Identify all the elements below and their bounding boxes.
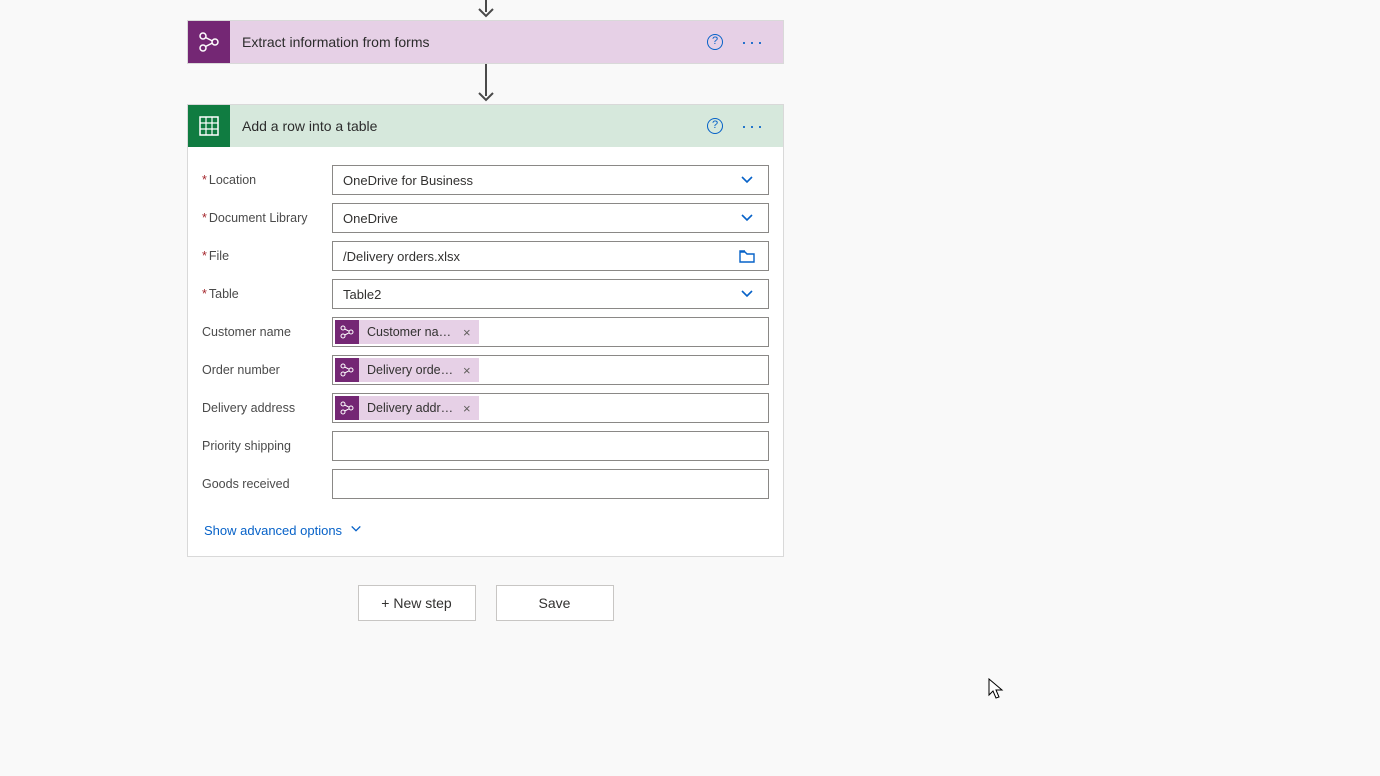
help-icon[interactable]: ?: [707, 118, 723, 134]
input-customer-name[interactable]: Customer nam… ×: [332, 317, 769, 347]
token-remove-icon[interactable]: ×: [455, 325, 479, 340]
chevron-down-icon: [350, 523, 362, 538]
cursor-icon: [988, 678, 1004, 703]
dropdown-location[interactable]: OneDrive for Business: [332, 165, 769, 195]
step-extract-forms-title: Extract information from forms: [230, 34, 707, 50]
token-customer-name[interactable]: Customer nam… ×: [335, 320, 479, 344]
step-extract-forms-header[interactable]: Extract information from forms ? ···: [188, 21, 783, 63]
more-menu-icon[interactable]: ···: [741, 121, 765, 131]
label-priority-shipping: Priority shipping: [202, 439, 332, 453]
connector-arrow-1: [187, 64, 784, 104]
folder-icon[interactable]: [736, 249, 758, 263]
excel-icon: [188, 105, 230, 147]
step-add-row-header[interactable]: Add a row into a table ? ···: [188, 105, 783, 147]
show-advanced-options-link[interactable]: Show advanced options: [204, 523, 362, 538]
label-location: *Location: [202, 173, 332, 187]
step-add-row-title: Add a row into a table: [230, 118, 707, 134]
chevron-down-icon: [736, 211, 758, 225]
label-document-library: *Document Library: [202, 211, 332, 225]
ai-forms-icon: [335, 358, 359, 382]
token-remove-icon[interactable]: ×: [455, 363, 479, 378]
token-order-number[interactable]: Delivery order … ×: [335, 358, 479, 382]
step-add-row-body: *Location OneDrive for Business *Documen…: [188, 147, 783, 556]
token-label: Delivery order …: [367, 363, 455, 377]
token-delivery-address[interactable]: Delivery addre… ×: [335, 396, 479, 420]
label-customer-name: Customer name: [202, 325, 332, 339]
new-step-button[interactable]: + New step: [358, 585, 476, 621]
input-delivery-address[interactable]: Delivery addre… ×: [332, 393, 769, 423]
dropdown-document-library[interactable]: OneDrive: [332, 203, 769, 233]
chevron-down-icon: [736, 173, 758, 187]
input-goods-received[interactable]: [332, 469, 769, 499]
ai-forms-icon: [335, 396, 359, 420]
save-button[interactable]: Save: [496, 585, 614, 621]
step-extract-forms[interactable]: Extract information from forms ? ···: [187, 20, 784, 64]
action-buttons: + New step Save: [187, 585, 784, 621]
label-order-number: Order number: [202, 363, 332, 377]
filepicker-file[interactable]: /Delivery orders.xlsx: [332, 241, 769, 271]
input-order-number[interactable]: Delivery order … ×: [332, 355, 769, 385]
step-add-row: Add a row into a table ? ··· *Location O…: [187, 104, 784, 557]
label-delivery-address: Delivery address: [202, 401, 332, 415]
ai-forms-icon: [188, 21, 230, 63]
token-remove-icon[interactable]: ×: [455, 401, 479, 416]
label-file: *File: [202, 249, 332, 263]
chevron-down-icon: [736, 287, 758, 301]
flow-canvas[interactable]: Extract information from forms ? ···: [0, 0, 1380, 776]
ai-forms-icon: [335, 320, 359, 344]
label-table: *Table: [202, 287, 332, 301]
more-menu-icon[interactable]: ···: [741, 37, 765, 47]
label-goods-received: Goods received: [202, 477, 332, 491]
token-label: Customer nam…: [367, 325, 455, 339]
connector-arrow-top: [187, 0, 784, 20]
help-icon[interactable]: ?: [707, 34, 723, 50]
dropdown-table[interactable]: Table2: [332, 279, 769, 309]
token-label: Delivery addre…: [367, 401, 455, 415]
input-priority-shipping[interactable]: [332, 431, 769, 461]
